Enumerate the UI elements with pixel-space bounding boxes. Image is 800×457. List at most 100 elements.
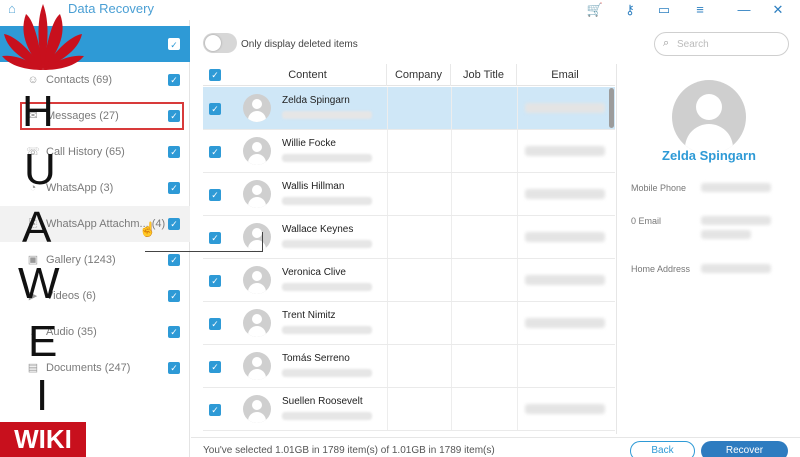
contact-number-blurred xyxy=(282,369,372,377)
close-icon[interactable]: ✕ xyxy=(769,1,787,19)
detail-avatar xyxy=(672,80,746,154)
table-row[interactable]: ✓ Suellen Roosevelt xyxy=(203,388,615,431)
detail-value-blurred xyxy=(701,230,751,239)
table-row[interactable]: ✓ Tomás Serreno xyxy=(203,345,615,388)
watermark-letter: W xyxy=(18,259,60,308)
avatar xyxy=(243,223,271,251)
back-button[interactable]: Back xyxy=(630,441,695,457)
contact-name: Veronica Clive xyxy=(282,267,346,278)
contact-number-blurred xyxy=(282,154,372,162)
key-icon[interactable]: ⚷ xyxy=(621,1,639,19)
search-icon: ⌕ xyxy=(663,37,670,49)
row-checkbox[interactable]: ✓ xyxy=(209,103,221,115)
avatar xyxy=(243,180,271,208)
column-header-content[interactable]: Content xyxy=(229,64,387,86)
sidebar-checkbox[interactable]: ✓ xyxy=(168,218,180,230)
row-checkbox[interactable]: ✓ xyxy=(209,361,221,373)
company-cell xyxy=(387,388,388,430)
select-all-checkbox[interactable]: ✓ xyxy=(168,38,180,50)
selection-status: You've selected 1.01GB in 1789 item(s) o… xyxy=(203,445,495,456)
column-header-job-title[interactable]: Job Title xyxy=(451,64,517,86)
wiki-badge: WIKI xyxy=(0,422,86,457)
row-checkbox[interactable]: ✓ xyxy=(209,189,221,201)
job-title-cell xyxy=(451,302,452,344)
company-cell xyxy=(387,345,388,387)
company-cell xyxy=(387,216,388,258)
contact-number-blurred xyxy=(282,326,372,334)
table-row[interactable]: ✓ Willie Focke xyxy=(203,130,615,173)
avatar xyxy=(243,94,271,122)
table-row[interactable]: ✓ Veronica Clive xyxy=(203,259,615,302)
contact-number-blurred xyxy=(282,240,372,248)
email-blurred xyxy=(525,404,605,414)
toolbar: Only display deleted items ⌕ xyxy=(191,26,800,62)
feedback-icon[interactable]: ▭ xyxy=(655,1,673,19)
avatar xyxy=(243,352,271,380)
watermark-letter: E xyxy=(28,317,58,366)
job-title-cell xyxy=(451,173,452,215)
contact-name: Wallace Keynes xyxy=(282,224,354,235)
title-bar: ⌂ Data Recovery 🛒 ⚷ ▭ ≡ — ✕ xyxy=(0,0,800,20)
contact-name: Wallis Hillman xyxy=(282,181,345,192)
search-input[interactable] xyxy=(677,36,782,52)
table-scrollbar[interactable] xyxy=(609,88,614,128)
contact-name: Trent Nimitz xyxy=(282,310,336,321)
detail-value-blurred xyxy=(701,264,771,273)
detail-contact-name: Zelda Spingarn xyxy=(662,148,756,163)
watermark-letter: I xyxy=(36,371,49,420)
minimize-icon[interactable]: — xyxy=(735,1,753,19)
detail-value-blurred xyxy=(701,183,771,192)
cart-icon[interactable]: 🛒 xyxy=(586,1,604,19)
email-cell xyxy=(517,130,518,172)
sidebar-item-label: Documents (247) xyxy=(46,362,131,374)
table-row[interactable]: ✓ Wallace Keynes xyxy=(203,216,615,259)
select-all-rows-checkbox[interactable]: ✓ xyxy=(209,69,221,81)
job-title-cell xyxy=(451,345,452,387)
sidebar-checkbox[interactable]: ✓ xyxy=(168,74,180,86)
email-cell xyxy=(517,87,518,129)
search-box[interactable]: ⌕ xyxy=(654,32,789,56)
sidebar-checkbox[interactable]: ✓ xyxy=(168,182,180,194)
column-header-company[interactable]: Company xyxy=(387,64,451,86)
pointer-line-vertical xyxy=(262,232,263,251)
column-header-email[interactable]: Email xyxy=(517,64,613,86)
company-cell xyxy=(387,87,388,129)
job-title-cell xyxy=(451,216,452,258)
email-cell xyxy=(517,216,518,258)
company-cell xyxy=(387,130,388,172)
row-checkbox[interactable]: ✓ xyxy=(209,146,221,158)
sidebar-checkbox[interactable]: ✓ xyxy=(168,146,180,158)
table-header: ✓ Content Company Job Title Email xyxy=(203,64,615,86)
email-cell xyxy=(517,302,518,344)
row-checkbox[interactable]: ✓ xyxy=(209,232,221,244)
email-blurred xyxy=(525,146,605,156)
sidebar-checkbox[interactable]: ✓ xyxy=(168,290,180,302)
row-checkbox[interactable]: ✓ xyxy=(209,275,221,287)
job-title-cell xyxy=(451,87,452,129)
detail-field-label: Home Address xyxy=(631,264,691,274)
email-cell xyxy=(517,345,518,387)
table-row[interactable]: ✓ Trent Nimitz xyxy=(203,302,615,345)
watermark-letter: A xyxy=(22,203,52,252)
menu-icon[interactable]: ≡ xyxy=(691,1,709,19)
sidebar-checkbox[interactable]: ✓ xyxy=(168,254,180,266)
sidebar-checkbox[interactable]: ✓ xyxy=(168,326,180,338)
contact-name: Suellen Roosevelt xyxy=(282,396,363,407)
row-checkbox[interactable]: ✓ xyxy=(209,318,221,330)
table-row[interactable]: ✓ Wallis Hillman xyxy=(203,173,615,216)
toggle-knob xyxy=(205,35,221,51)
contact-detail-panel: Zelda Spingarn Mobile Phone 0 Email Home… xyxy=(616,64,800,434)
detail-field-label: 0 Email xyxy=(631,216,662,226)
email-blurred xyxy=(525,318,605,328)
watermark-letter: H xyxy=(22,87,54,136)
avatar xyxy=(243,395,271,423)
row-checkbox[interactable]: ✓ xyxy=(209,404,221,416)
deleted-only-toggle[interactable] xyxy=(203,33,237,53)
pointer-line xyxy=(145,251,263,252)
company-cell xyxy=(387,259,388,301)
avatar xyxy=(243,137,271,165)
table-row[interactable]: ✓ Zelda Spingarn xyxy=(203,87,615,130)
recover-button[interactable]: Recover xyxy=(701,441,788,457)
contact-number-blurred xyxy=(282,412,372,420)
sidebar-checkbox[interactable]: ✓ xyxy=(168,362,180,374)
